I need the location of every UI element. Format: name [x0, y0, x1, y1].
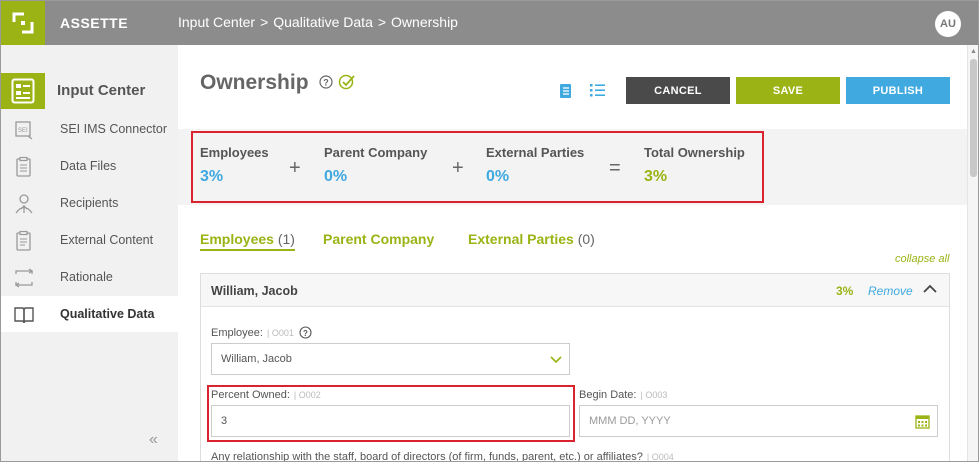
summary-external-value: 0% — [486, 168, 510, 185]
top-bar: ASSETTE Input Center > Qualitative Data … — [1, 1, 978, 45]
app-window: ASSETTE Input Center > Qualitative Data … — [0, 0, 979, 462]
svg-text:SEI: SEI — [18, 128, 28, 134]
rationale-icon — [14, 268, 34, 288]
record-percent: 3% — [836, 284, 854, 298]
vertical-scrollbar[interactable]: ▲ — [967, 45, 978, 461]
chevron-up-icon[interactable] — [922, 282, 938, 296]
cancel-button[interactable]: CANCEL — [626, 77, 730, 104]
recipients-icon — [15, 194, 33, 214]
book-icon — [14, 307, 34, 324]
tab-count: (1) — [277, 231, 295, 247]
sidebar-item-rationale[interactable]: Rationale — [1, 259, 178, 295]
summary-parent-label: Parent Company — [324, 145, 428, 160]
sidebar: Input Center SEI SEI IMS Connector Data … — [1, 45, 178, 461]
begin-date-label: Begin Date: | O003 — [579, 389, 668, 401]
begin-date-input[interactable]: MMM DD, YYYY — [579, 405, 938, 437]
tab-external-parties[interactable]: External Parties (0) — [468, 231, 595, 247]
percent-owned-label: Percent Owned: | O002 — [211, 389, 321, 401]
tab-label: Employees — [200, 231, 274, 247]
summary-parent-company: Parent Company 0% — [324, 145, 427, 186]
summary-plus-operator: + — [452, 157, 464, 179]
breadcrumb-separator: > — [260, 14, 269, 30]
summary-external-label: External Parties — [486, 145, 585, 160]
summary-parent-value: 0% — [324, 168, 348, 185]
summary-equals-operator: = — [609, 157, 621, 179]
sidebar-item-label: Recipients — [60, 196, 119, 210]
tab-count: (0) — [577, 231, 595, 247]
info-icon[interactable]: ? — [299, 326, 312, 339]
percent-owned-input[interactable]: 3 — [211, 405, 570, 437]
sidebar-item-sei-ims-connector[interactable]: SEI SEI IMS Connector — [1, 111, 178, 147]
record-header[interactable]: William, Jacob 3% Remove — [201, 274, 949, 307]
list-view-icon[interactable] — [590, 83, 606, 97]
breadcrumb-qualitative-data[interactable]: Qualitative Data — [273, 14, 373, 30]
summary-employees: Employees 3% — [200, 145, 269, 186]
sidebar-item-recipients[interactable]: Recipients — [1, 185, 178, 221]
logo-icon — [12, 12, 34, 34]
field-code: | O001 — [266, 328, 294, 338]
scroll-thumb[interactable] — [970, 59, 977, 177]
employee-select[interactable]: William, Jacob — [211, 343, 570, 375]
breadcrumb-separator: > — [377, 14, 387, 30]
scroll-up-icon[interactable]: ▲ — [970, 48, 977, 55]
tab-label: External Parties — [468, 231, 574, 247]
data-files-icon — [16, 156, 31, 177]
avatar[interactable]: AU — [935, 11, 961, 37]
field-code: | O002 — [293, 390, 321, 400]
sidebar-title: Input Center — [57, 82, 146, 99]
summary-external-parties: External Parties 0% — [486, 145, 584, 186]
collapse-all-link[interactable]: collapse all — [895, 253, 949, 265]
tab-label: Parent Company — [323, 231, 435, 247]
breadcrumb-input-center[interactable]: Input Center — [178, 14, 255, 30]
document-view-icon[interactable] — [559, 83, 573, 99]
collapse-sidebar-icon[interactable]: « — [149, 431, 158, 449]
sidebar-header[interactable]: Input Center — [1, 73, 178, 109]
sidebar-item-external-content[interactable]: External Content — [1, 222, 178, 258]
breadcrumb: Input Center > Qualitative Data > Owners… — [178, 14, 458, 30]
tab-parent-company[interactable]: Parent Company — [323, 231, 434, 247]
page-title: Ownership — [200, 71, 309, 94]
input-center-icon — [1, 73, 45, 109]
remove-link[interactable]: Remove — [868, 284, 913, 298]
publish-button[interactable]: PUBLISH — [846, 77, 950, 104]
tab-employees[interactable]: Employees (1) — [200, 231, 295, 251]
save-button[interactable]: SAVE — [736, 77, 840, 104]
svg-text:?: ? — [323, 78, 329, 88]
summary-total-value: 3% — [644, 168, 668, 185]
sidebar-item-qualitative-data[interactable]: Qualitative Data — [1, 296, 178, 332]
chevron-down-icon — [550, 356, 562, 364]
verified-check-icon — [338, 74, 355, 90]
sidebar-item-label: SEI IMS Connector — [60, 122, 167, 136]
logo[interactable] — [1, 1, 45, 45]
help-icon[interactable]: ? — [319, 75, 333, 89]
field-code: | O004 — [646, 452, 674, 462]
app-name: ASSETTE — [60, 15, 129, 31]
summary-employees-label: Employees — [200, 145, 269, 160]
svg-text:?: ? — [303, 329, 308, 338]
sidebar-item-label: Rationale — [60, 270, 113, 284]
sidebar-item-label: Qualitative Data — [60, 307, 155, 321]
relationship-question: Any relationship with the staff, board o… — [211, 451, 674, 462]
summary-total-ownership: Total Ownership 3% — [644, 145, 745, 186]
record-name: William, Jacob — [211, 284, 298, 298]
external-content-icon — [16, 230, 31, 251]
sidebar-item-data-files[interactable]: Data Files — [1, 148, 178, 184]
field-code: | O003 — [640, 390, 668, 400]
employee-field-label: Employee: | O001 — [211, 327, 294, 339]
summary-total-label: Total Ownership — [644, 145, 745, 160]
sidebar-item-label: External Content — [60, 233, 154, 247]
summary-plus-operator: + — [289, 157, 301, 179]
main-content: Ownership ? CANCEL SAVE PUBLISH Employee… — [178, 45, 967, 462]
sidebar-item-label: Data Files — [60, 159, 117, 173]
summary-employees-value: 3% — [200, 168, 224, 185]
sei-connector-icon: SEI — [15, 121, 33, 140]
calendar-icon[interactable] — [915, 414, 930, 429]
breadcrumb-ownership: Ownership — [391, 14, 458, 30]
